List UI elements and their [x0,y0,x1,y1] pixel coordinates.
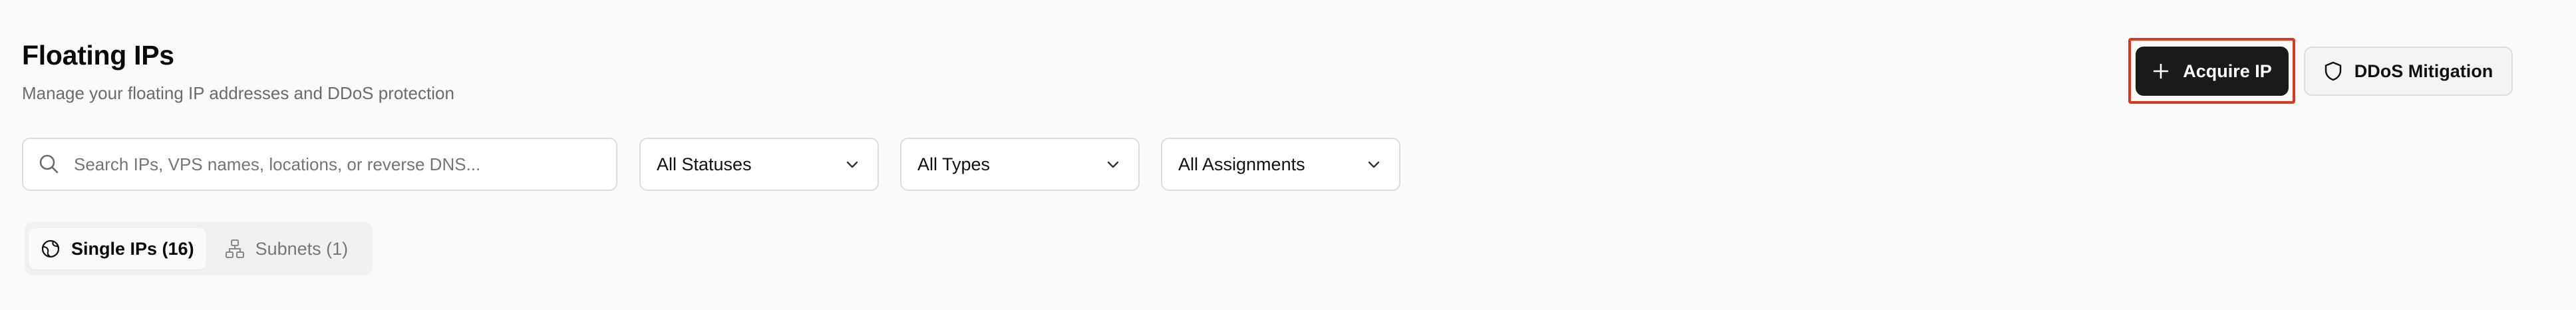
plus-icon [2152,63,2170,80]
ddos-mitigation-button[interactable]: DDoS Mitigation [2304,47,2513,96]
tab-single-ips[interactable]: Single IPs (16) [29,228,206,269]
assignment-filter-select[interactable]: All Assignments [1161,138,1400,191]
network-icon [225,239,245,259]
chevron-down-icon [1105,156,1121,172]
acquire-ip-button[interactable]: Acquire IP [2136,47,2289,96]
type-filter-select[interactable]: All Types [900,138,1140,191]
search-field[interactable] [22,138,617,191]
assignment-filter-value: All Assignments [1178,154,1305,174]
shield-icon [2324,61,2342,81]
globe-icon [41,239,61,259]
ddos-mitigation-label: DDoS Mitigation [2354,61,2494,81]
ip-type-tabs: Single IPs (16) Subnets (1) [25,222,373,275]
tab-subnets-label: Subnets (1) [255,238,349,259]
search-icon [37,152,62,177]
status-filter-select[interactable]: All Statuses [639,138,879,191]
page-subtitle: Manage your floating IP addresses and DD… [22,83,454,103]
chevron-down-icon [844,156,860,172]
status-filter-value: All Statuses [657,154,752,174]
tab-subnets[interactable]: Subnets (1) [213,228,361,269]
search-input[interactable] [73,153,607,176]
type-filter-value: All Types [917,154,991,174]
acquire-ip-label: Acquire IP [2183,61,2272,81]
chevron-down-icon [1366,156,1382,172]
page-title: Floating IPs [22,40,174,71]
tab-single-ips-label: Single IPs (16) [71,238,194,259]
